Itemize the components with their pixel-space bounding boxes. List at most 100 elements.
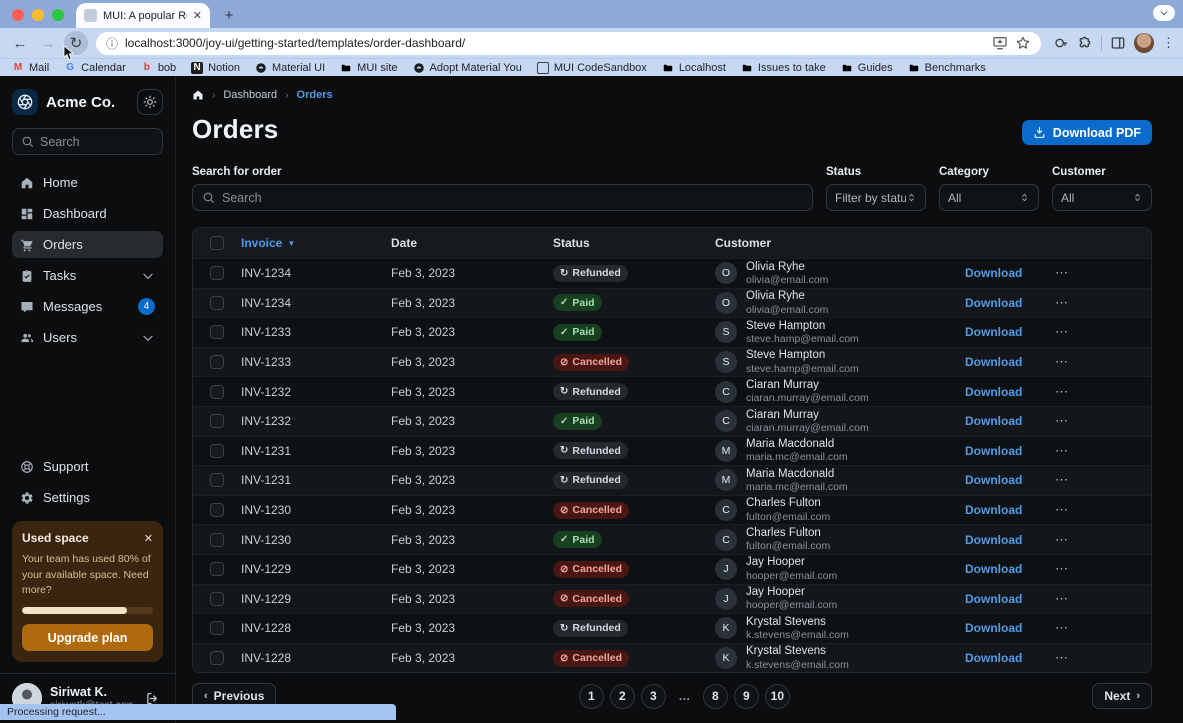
sidebar-item-tasks[interactable]: Tasks: [12, 262, 163, 289]
row-menu-icon[interactable]: ⋯: [1041, 324, 1151, 340]
close-window-button[interactable]: [12, 9, 24, 21]
row-menu-icon[interactable]: ⋯: [1041, 561, 1151, 577]
page-button-1[interactable]: 1: [579, 684, 604, 709]
row-download-link[interactable]: Download: [965, 414, 1041, 428]
site-info-icon[interactable]: ⓘ: [106, 35, 118, 52]
minimize-window-button[interactable]: [32, 9, 44, 21]
sidebar-search-input[interactable]: Search: [12, 128, 163, 155]
sidebar-item-users[interactable]: Users: [12, 324, 163, 351]
company-logo-button[interactable]: [12, 89, 38, 115]
row-checkbox[interactable]: [210, 621, 224, 635]
color-mode-toggle[interactable]: [137, 89, 163, 115]
tab-search-button[interactable]: [1153, 5, 1175, 21]
order-search-input[interactable]: Search: [192, 184, 813, 211]
row-menu-icon[interactable]: ⋯: [1041, 265, 1151, 281]
row-menu-icon[interactable]: ⋯: [1041, 384, 1151, 400]
bookmark-item[interactable]: Material UI: [255, 62, 325, 74]
tab-close-icon[interactable]: ✕: [193, 9, 202, 22]
window-controls[interactable]: [12, 9, 64, 21]
row-checkbox[interactable]: [210, 414, 224, 428]
row-menu-icon[interactable]: ⋯: [1041, 502, 1151, 518]
status-filter-select[interactable]: Filter by status: [826, 184, 926, 211]
bookmark-item[interactable]: MUI CodeSandbox: [537, 62, 647, 74]
row-download-link[interactable]: Download: [965, 266, 1041, 280]
forward-button[interactable]: →: [36, 31, 60, 55]
row-checkbox[interactable]: [210, 651, 224, 665]
extensions-puzzle-icon[interactable]: [1077, 35, 1093, 51]
browser-profile-avatar[interactable]: [1134, 33, 1154, 53]
row-menu-icon[interactable]: ⋯: [1041, 591, 1151, 607]
row-checkbox[interactable]: [210, 296, 224, 310]
row-checkbox[interactable]: [210, 355, 224, 369]
row-menu-icon[interactable]: ⋯: [1041, 650, 1151, 666]
row-download-link[interactable]: Download: [965, 385, 1041, 399]
row-download-link[interactable]: Download: [965, 592, 1041, 606]
page-button-3[interactable]: 3: [641, 684, 666, 709]
back-button[interactable]: ←: [8, 31, 32, 55]
bookmark-item[interactable]: Issues to take: [741, 62, 826, 74]
row-download-link[interactable]: Download: [965, 296, 1041, 310]
maximize-window-button[interactable]: [52, 9, 64, 21]
bookmark-item[interactable]: Benchmarks: [908, 62, 986, 74]
bookmark-item[interactable]: MUI site: [340, 62, 397, 74]
side-panel-icon[interactable]: [1110, 35, 1126, 51]
page-button-2[interactable]: 2: [610, 684, 635, 709]
row-download-link[interactable]: Download: [965, 444, 1041, 458]
row-download-link[interactable]: Download: [965, 621, 1041, 635]
row-checkbox[interactable]: [210, 592, 224, 606]
row-menu-icon[interactable]: ⋯: [1041, 443, 1151, 459]
bookmark-item[interactable]: Adopt Material You: [413, 62, 522, 74]
sidebar-item-orders[interactable]: Orders: [12, 231, 163, 258]
category-filter-select[interactable]: All: [939, 184, 1039, 211]
select-all-checkbox[interactable]: [210, 236, 224, 250]
invoice-column-header[interactable]: Invoice ▼: [241, 236, 391, 250]
row-checkbox[interactable]: [210, 385, 224, 399]
page-button-10[interactable]: 10: [765, 684, 790, 709]
bookmark-item[interactable]: M Mail: [12, 62, 49, 74]
row-download-link[interactable]: Download: [965, 562, 1041, 576]
row-checkbox[interactable]: [210, 533, 224, 547]
row-checkbox[interactable]: [210, 562, 224, 576]
download-pdf-button[interactable]: Download PDF: [1022, 120, 1152, 145]
row-menu-icon[interactable]: ⋯: [1041, 295, 1151, 311]
home-icon[interactable]: [192, 89, 204, 101]
bookmark-item[interactable]: G Calendar: [64, 62, 126, 74]
close-icon[interactable]: ✕: [144, 532, 153, 545]
row-menu-icon[interactable]: ⋯: [1041, 532, 1151, 548]
sidebar-item-dashboard[interactable]: Dashboard: [12, 200, 163, 227]
install-icon[interactable]: [992, 35, 1008, 51]
bookmark-star-icon[interactable]: [1015, 35, 1031, 51]
new-tab-button[interactable]: +: [218, 4, 240, 26]
bookmark-item[interactable]: Guides: [841, 62, 893, 74]
customer-filter-select[interactable]: All: [1052, 184, 1152, 211]
sidebar-item-settings[interactable]: Settings: [12, 484, 163, 511]
row-menu-icon[interactable]: ⋯: [1041, 620, 1151, 636]
row-checkbox[interactable]: [210, 473, 224, 487]
row-download-link[interactable]: Download: [965, 503, 1041, 517]
sidebar-item-messages[interactable]: Messages 4: [12, 293, 163, 320]
browser-tab[interactable]: MUI: A popular React UI fram ✕: [76, 3, 210, 28]
row-checkbox[interactable]: [210, 266, 224, 280]
address-bar[interactable]: ⓘ localhost:3000/joy-ui/getting-started/…: [96, 32, 1041, 55]
bookmark-item[interactable]: N Notion: [191, 62, 240, 74]
row-checkbox[interactable]: [210, 444, 224, 458]
sidebar-item-support[interactable]: Support: [12, 453, 163, 480]
row-download-link[interactable]: Download: [965, 651, 1041, 665]
page-button-8[interactable]: 8: [703, 684, 728, 709]
upgrade-plan-button[interactable]: Upgrade plan: [22, 624, 153, 651]
row-checkbox[interactable]: [210, 325, 224, 339]
browser-menu-icon[interactable]: ⋮: [1162, 35, 1175, 51]
breadcrumb-dashboard[interactable]: Dashboard: [223, 89, 277, 101]
row-download-link[interactable]: Download: [965, 473, 1041, 487]
sidebar-item-home[interactable]: Home: [12, 169, 163, 196]
row-menu-icon[interactable]: ⋯: [1041, 413, 1151, 429]
bookmark-item[interactable]: b bob: [141, 62, 176, 74]
row-download-link[interactable]: Download: [965, 355, 1041, 369]
next-page-button[interactable]: Next ›: [1092, 683, 1152, 709]
passkey-icon[interactable]: [1053, 35, 1069, 51]
row-download-link[interactable]: Download: [965, 325, 1041, 339]
row-menu-icon[interactable]: ⋯: [1041, 472, 1151, 488]
row-menu-icon[interactable]: ⋯: [1041, 354, 1151, 370]
row-checkbox[interactable]: [210, 503, 224, 517]
row-download-link[interactable]: Download: [965, 533, 1041, 547]
